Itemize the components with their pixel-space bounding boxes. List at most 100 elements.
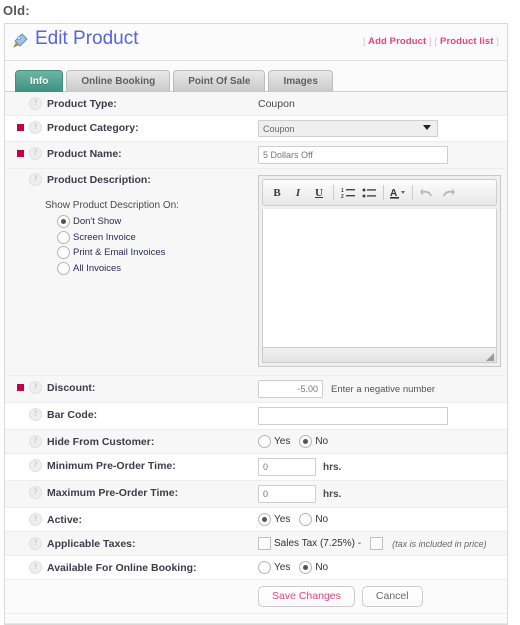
help-icon[interactable]: ? (29, 561, 42, 574)
help-icon[interactable]: ? (29, 459, 42, 472)
help-icon[interactable]: ? (29, 486, 42, 499)
svg-text:2: 2 (341, 194, 344, 199)
hide-from-customer-no-label: No (315, 436, 329, 447)
help-icon[interactable]: ? (29, 513, 42, 526)
value-minimum-pre-order-wrap: hrs. (256, 454, 507, 480)
active-no[interactable]: No (299, 513, 328, 526)
label-maximum-pre-order-time: Maximum Pre-Order Time: (47, 486, 179, 499)
row-active: ? Active: Yes No (5, 508, 507, 532)
editor-toolbar: B I U 1 2 A (262, 179, 497, 206)
discount-input[interactable] (258, 380, 323, 398)
label-bar-code: Bar Code: (47, 408, 98, 421)
required-marker-placeholder (17, 438, 24, 445)
tab-point-of-sale[interactable]: Point Of Sale (173, 70, 266, 92)
active-yes[interactable]: Yes (258, 513, 290, 526)
label-minimum-pre-order-wrap: ? Minimum Pre-Order Time: (5, 454, 256, 477)
tab-images[interactable]: Images (268, 70, 333, 92)
required-marker-placeholder (17, 462, 24, 469)
maximum-pre-order-input[interactable] (258, 485, 316, 503)
label-product-type: Product Type: (47, 97, 117, 110)
value-available-online-wrap: Yes No (256, 556, 507, 579)
rich-text-editor: B I U 1 2 A (258, 175, 501, 367)
sales-tax-checkbox[interactable] (258, 537, 271, 550)
ordered-list-icon[interactable]: 1 2 (338, 183, 358, 203)
value-bar-code-wrap (256, 403, 507, 429)
value-hide-from-customer-wrap: Yes No (256, 430, 507, 453)
radio-print-email-invoices-dot (57, 246, 70, 259)
bar-code-input[interactable] (258, 407, 448, 425)
radio-all-invoices[interactable]: All Invoices (57, 261, 256, 275)
tab-bar: Info Online Booking Point Of Sale Images (5, 61, 507, 92)
minimum-pre-order-input[interactable] (258, 458, 316, 476)
label-available-for-online-booking: Available For Online Booking: (47, 561, 197, 574)
available-online-no-dot (299, 561, 313, 574)
value-product-type-wrap: Coupon (256, 92, 507, 115)
row-applicable-taxes: ? Applicable Taxes: Sales Tax (7.25%) - … (5, 532, 507, 556)
row-discount: ? Discount: Enter a negative number (5, 376, 507, 403)
text-color-icon[interactable]: A (388, 183, 408, 203)
tab-info[interactable]: Info (15, 70, 64, 92)
value-product-name-wrap (256, 142, 507, 168)
unordered-list-icon[interactable] (359, 183, 379, 203)
bracket-open-2: [ (434, 36, 438, 47)
applicable-taxes-group: Sales Tax (7.25%) - (tax is included in … (258, 537, 487, 550)
help-icon[interactable]: ? (29, 121, 42, 134)
required-marker-placeholder (17, 176, 24, 183)
maximum-pre-order-unit: hrs. (323, 488, 342, 500)
show-description-on-label: Show Product Description On: (45, 200, 179, 211)
help-icon[interactable]: ? (29, 435, 42, 448)
help-icon[interactable]: ? (29, 147, 42, 160)
add-product-link[interactable]: Add Product (368, 36, 426, 47)
product-form: ? Product Type: Coupon ? Product Categor… (5, 92, 507, 624)
radio-print-email-invoices[interactable]: Print & Email Invoices (57, 246, 256, 259)
required-marker (17, 384, 24, 391)
underline-icon[interactable]: U (309, 183, 329, 203)
label-active-wrap: ? Active: (5, 508, 256, 531)
value-product-category-wrap: Coupon (256, 116, 507, 141)
label-hide-from-customer-wrap: ? Hide From Customer: (5, 430, 256, 453)
label-product-description: Product Description: (47, 173, 151, 186)
row-available-for-online-booking: ? Available For Online Booking: Yes No (5, 556, 507, 580)
tab-online-booking[interactable]: Online Booking (66, 70, 171, 92)
row-product-name: ? Product Name: (5, 142, 507, 169)
required-marker-placeholder (17, 516, 24, 523)
required-marker-placeholder (17, 540, 24, 547)
hide-from-customer-no[interactable]: No (299, 435, 328, 448)
help-icon[interactable]: ? (29, 537, 42, 550)
toolbar-separator (383, 185, 384, 200)
row-product-category: ? Product Category: Coupon (5, 116, 507, 142)
product-name-input[interactable] (258, 146, 448, 164)
description-right: B I U 1 2 A (256, 169, 509, 375)
product-list-link[interactable]: Product list (440, 36, 493, 47)
help-icon[interactable]: ? (29, 97, 42, 110)
redo-icon[interactable] (438, 183, 458, 203)
radio-dont-show-label: Don't Show (73, 216, 122, 227)
bold-icon[interactable]: B (267, 183, 287, 203)
resize-grip-icon[interactable] (486, 353, 494, 361)
undo-icon[interactable] (417, 183, 437, 203)
tax-included-checkbox-item[interactable]: (tax is included in price) (370, 537, 487, 550)
available-online-no[interactable]: No (299, 561, 328, 574)
page-title: Edit Product (35, 28, 139, 49)
radio-dont-show[interactable]: Don't Show (57, 215, 256, 228)
bracket-open: [ (363, 36, 366, 47)
hide-from-customer-yes-label: Yes (274, 436, 291, 447)
label-applicable-taxes-wrap: ? Applicable Taxes: (5, 532, 256, 555)
hide-from-customer-yes[interactable]: Yes (258, 435, 290, 448)
tax-included-checkbox[interactable] (370, 537, 384, 550)
radio-all-invoices-dot (57, 261, 70, 275)
italic-icon[interactable]: I (288, 183, 308, 203)
radio-screen-invoice[interactable]: Screen Invoice (57, 230, 256, 244)
sales-tax-checkbox-item[interactable]: Sales Tax (7.25%) - (258, 537, 361, 550)
available-online-yes-label: Yes (274, 562, 291, 573)
show-description-on-group: Don't Show Screen Invoice Print & Email … (57, 215, 256, 275)
header-links: [ Add Product ] [ Product list ] (363, 36, 499, 47)
label-discount: Discount: (47, 381, 96, 394)
help-icon[interactable]: ? (29, 173, 42, 186)
available-online-yes[interactable]: Yes (258, 561, 290, 574)
editor-content-area[interactable] (262, 209, 497, 348)
product-category-select[interactable]: Coupon (258, 120, 438, 137)
panel-tail (5, 614, 507, 624)
help-icon[interactable]: ? (29, 381, 42, 394)
help-icon[interactable]: ? (29, 408, 42, 421)
